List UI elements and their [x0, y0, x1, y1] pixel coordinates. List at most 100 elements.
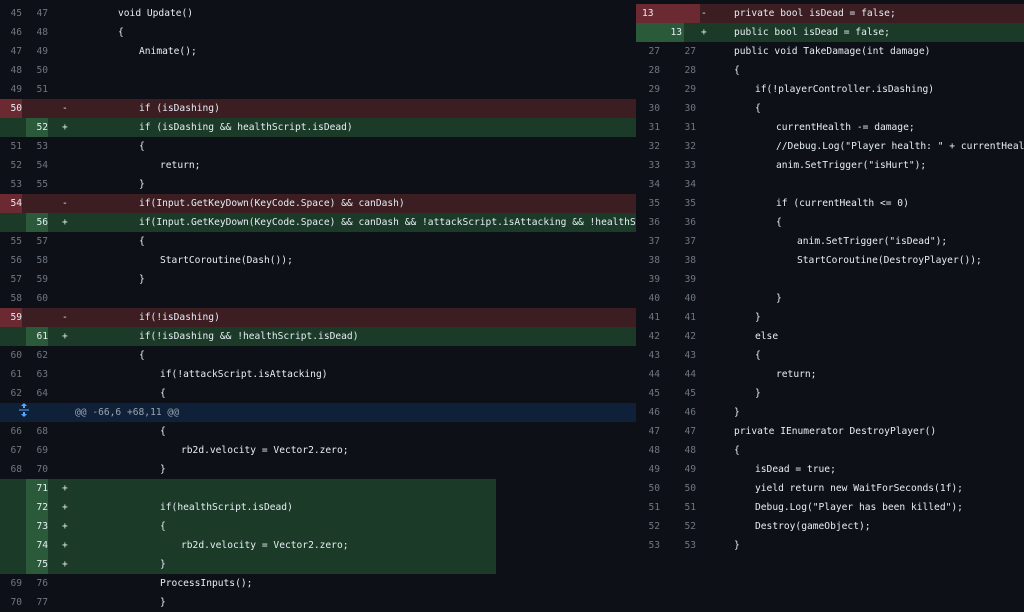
- diff-line-row: 71 +: [0, 479, 496, 498]
- diff-marker: -: [62, 312, 68, 323]
- code-text: return;: [160, 160, 201, 171]
- new-line-number: 64: [36, 388, 48, 399]
- new-line-number: 75: [26, 555, 48, 574]
- code-text: if(healthScript.isDead): [160, 502, 293, 513]
- new-line-number: 34: [684, 179, 696, 190]
- diff-marker: +: [62, 122, 68, 133]
- code-text: {: [139, 350, 145, 361]
- old-line-number: 55: [10, 236, 22, 247]
- code-text: {: [734, 445, 740, 456]
- new-line-number: 33: [684, 160, 696, 171]
- code-text: yield return new WaitForSeconds(1f);: [755, 483, 963, 494]
- old-line-number: 52: [10, 160, 22, 171]
- code-text: return;: [776, 369, 817, 380]
- code-text: }: [139, 179, 145, 190]
- old-line-number: 51: [648, 502, 660, 513]
- diff-line-row: 57 59}: [0, 270, 636, 289]
- old-line-number: 70: [10, 597, 22, 608]
- new-line-number: 47: [36, 8, 48, 19]
- diff-line-row: 39 39: [636, 270, 1024, 289]
- code-text: {: [160, 388, 166, 399]
- old-line-number: 44: [648, 369, 660, 380]
- old-line-number: 60: [10, 350, 22, 361]
- diff-line-row: 30 30 {: [636, 99, 1024, 118]
- code-text: StartCoroutine(DestroyPlayer());: [797, 255, 982, 266]
- code-text: private bool isDead = false;: [734, 8, 896, 19]
- diff-line-row: 28 28 {: [636, 61, 1024, 80]
- diff-line-row: 72 + if(healthScript.isDead): [0, 498, 496, 517]
- old-line-number: 49: [648, 464, 660, 475]
- diff-line-row: 46 46}: [636, 403, 1024, 422]
- diff-line-row: 75 +}: [0, 555, 496, 574]
- code-text: Animate();: [139, 46, 197, 57]
- diff-line-row: 70 77}: [0, 593, 636, 612]
- hunk-header-row[interactable]: @@ -66,6 +68,11 @@: [0, 403, 636, 422]
- code-text: {: [755, 103, 761, 114]
- diff-line-row: 61 63 if(!attackScript.isAttacking): [0, 365, 636, 384]
- code-text: private IEnumerator DestroyPlayer(): [734, 426, 937, 437]
- code-text: }: [776, 293, 782, 304]
- code-text: }: [734, 407, 740, 418]
- old-line-number: 51: [10, 141, 22, 152]
- new-line-number: 50: [36, 65, 48, 76]
- code-text: rb2d.velocity = Vector2.zero;: [181, 540, 349, 551]
- hunk-header-text: @@ -66,6 +68,11 @@: [75, 407, 179, 418]
- diff-line-row: 47 49 Animate();: [0, 42, 636, 61]
- old-line-number: 40: [648, 293, 660, 304]
- diff-line-row: 67 69 rb2d.velocity = Vector2.zero;: [0, 441, 636, 460]
- old-line-number: 32: [648, 141, 660, 152]
- old-line-number: 61: [10, 369, 22, 380]
- diff-line-row: 46 48 {: [0, 23, 636, 42]
- code-text: else: [755, 331, 779, 342]
- code-text: if (currentHealth <= 0): [776, 198, 909, 209]
- code-text: public void TakeDamage(int damage): [734, 46, 931, 57]
- diff-marker: +: [62, 502, 68, 513]
- code-text: if(!isDashing): [139, 312, 220, 323]
- new-line-number: 37: [684, 236, 696, 247]
- old-line-number: 54: [0, 194, 22, 213]
- code-text: void Update(): [118, 8, 194, 19]
- unfold-icon[interactable]: [18, 403, 30, 422]
- code-text: if (isDashing && healthScript.isDead): [139, 122, 353, 133]
- new-line-number: 71: [26, 479, 48, 498]
- old-line-number: 46: [10, 27, 22, 38]
- diff-line-row: 43 43 {: [636, 346, 1024, 365]
- diff-line-row: 36 36 {: [636, 213, 1024, 232]
- old-line-number: 69: [10, 578, 22, 589]
- new-line-number: 72: [26, 498, 48, 517]
- new-line-number: 35: [684, 198, 696, 209]
- new-line-number: 28: [684, 65, 696, 76]
- diff-line-row: 48 48 {: [636, 441, 1024, 460]
- code-text: if(!attackScript.isAttacking): [160, 369, 328, 380]
- code-text: StartCoroutine(Dash());: [160, 255, 293, 266]
- old-line-number: 53: [10, 179, 22, 190]
- diff-line-row: 49 49 isDead = true;: [636, 460, 1024, 479]
- diff-line-row: 55 57 {: [0, 232, 636, 251]
- old-line-number: 42: [648, 331, 660, 342]
- diff-marker: -: [62, 198, 68, 209]
- code-text: {: [160, 426, 166, 437]
- diff-line-row: 69 76 ProcessInputs();: [0, 574, 636, 593]
- old-line-number: 41: [648, 312, 660, 323]
- new-line-number: 43: [684, 350, 696, 361]
- code-text: anim.SetTrigger("isDead");: [797, 236, 948, 247]
- old-line-number: 39: [648, 274, 660, 285]
- diff-line-row: 37 37 anim.SetTrigger("isDead");: [636, 232, 1024, 251]
- diff-line-row: 48 50: [0, 61, 636, 80]
- old-line-number: 35: [648, 198, 660, 209]
- code-text: currentHealth -= damage;: [776, 122, 915, 133]
- code-text: }: [160, 559, 166, 570]
- diff-line-row: 42 42 else: [636, 327, 1024, 346]
- old-line-number: 66: [10, 426, 22, 437]
- old-line-number: 57: [10, 274, 22, 285]
- diff-line-row: 29 29 if(!playerController.isDashing): [636, 80, 1024, 99]
- new-line-number: 55: [36, 179, 48, 190]
- diff-line-row: 56 58 StartCoroutine(Dash());: [0, 251, 636, 270]
- code-text: Debug.Log("Player has been killed");: [755, 502, 963, 513]
- diff-line-row: 62 64 {: [0, 384, 636, 403]
- old-line-number: 62: [10, 388, 22, 399]
- code-text: //Debug.Log("Player health: " + currentH…: [776, 141, 1024, 152]
- diff-marker: +: [62, 540, 68, 551]
- diff-line-row: 51 51 Debug.Log("Player has been killed");: [636, 498, 1024, 517]
- old-line-number: 31: [648, 122, 660, 133]
